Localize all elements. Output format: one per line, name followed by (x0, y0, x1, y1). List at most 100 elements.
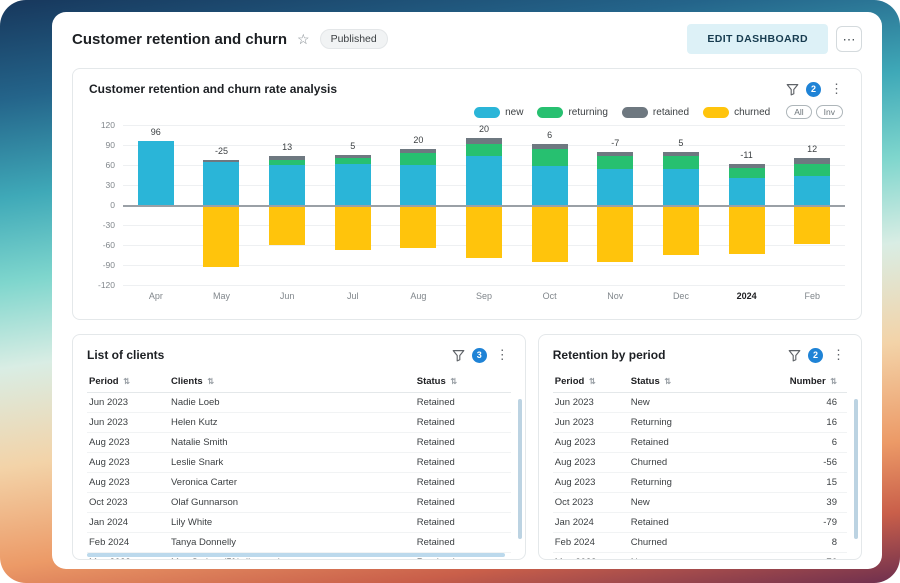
filter-icon[interactable] (786, 83, 799, 96)
table-cell: -56 (777, 453, 847, 473)
segment-churned (400, 205, 436, 248)
kebab-menu-icon[interactable]: ⋮ (828, 81, 845, 97)
legend-item-new[interactable]: new (474, 107, 523, 118)
tables-row: List of clients 3 ⋮ Period ⇅Clients ⇅Sta… (72, 334, 862, 560)
x-tick-label: Nov (582, 291, 648, 301)
table-cell: Helen Kutz (169, 413, 415, 433)
sort-icon: ⇅ (589, 377, 596, 386)
table-cell: Tanya Donnelly (169, 533, 415, 553)
segment-returning (597, 156, 633, 169)
star-icon[interactable]: ☆ (297, 31, 310, 48)
edit-dashboard-button[interactable]: EDIT DASHBOARD (687, 24, 828, 54)
more-options-button[interactable]: ⋯ (836, 26, 862, 52)
legend-swatch (703, 107, 729, 118)
segment-churned (203, 205, 239, 267)
table-cell: Retained (415, 413, 511, 433)
table-row: Aug 2023Returning15 (553, 473, 847, 493)
table-row: Aug 2023Leslie SnarkRetained (87, 453, 511, 473)
column-header-period[interactable]: Period ⇅ (87, 372, 169, 393)
dashboard-panel: Customer retention and churn ☆ Published… (52, 12, 882, 569)
table-row: Aug 2023Retained6 (553, 433, 847, 453)
table-cell: Feb 2024 (553, 533, 629, 553)
x-tick-label: Jun (254, 291, 320, 301)
segment-returning (400, 153, 436, 165)
table-cell: Aug 2023 (87, 433, 169, 453)
table-row: Aug 2023Veronica CarterRetained (87, 473, 511, 493)
filter-count-badge[interactable]: 2 (806, 82, 821, 97)
y-tick-label: -60 (103, 240, 115, 250)
table-cell: Retained (415, 533, 511, 553)
toggle-all-button[interactable]: All (786, 105, 811, 119)
horizontal-scrollbar[interactable] (87, 553, 505, 557)
bar-value-label: -7 (611, 138, 619, 148)
legend-item-returning[interactable]: returning (537, 107, 607, 118)
kebab-menu-icon[interactable]: ⋮ (830, 347, 847, 363)
filter-count-badge[interactable]: 2 (808, 348, 823, 363)
table-cell: 8 (777, 533, 847, 553)
table-cell: Aug 2023 (87, 473, 169, 493)
table-row: Jan 2024Retained-79 (553, 513, 847, 533)
bar-value-label: 6 (547, 130, 552, 140)
table-cell: Veronica Carter (169, 473, 415, 493)
column-header-status[interactable]: Status ⇅ (415, 372, 511, 393)
column-header-status[interactable]: Status ⇅ (629, 372, 777, 393)
table-cell: Returning (629, 473, 777, 493)
x-tick-label: May (189, 291, 255, 301)
y-tick-label: -30 (103, 220, 115, 230)
toggle-inv-button[interactable]: Inv (816, 105, 843, 119)
table-row: Jun 2023New46 (553, 393, 847, 413)
bar-value-label: 20 (479, 124, 489, 134)
segment-new (203, 162, 239, 205)
table-cell: Retained (415, 513, 511, 533)
legend-item-retained[interactable]: retained (622, 107, 689, 118)
table-cell: May 2023 (553, 553, 629, 561)
segment-returning (794, 164, 830, 176)
y-axis: 1209060300-30-60-90-120 (89, 125, 123, 285)
table-cell: Aug 2023 (553, 433, 629, 453)
retention-card: Retention by period 2 ⋮ Period ⇅Status ⇅… (538, 334, 862, 560)
table-cell: Retained (629, 513, 777, 533)
table-row: Aug 2023Natalie SmithRetained (87, 433, 511, 453)
segment-churned (532, 205, 568, 262)
segment-returning (729, 168, 765, 178)
table-cell: New (629, 393, 777, 413)
table-cell: Retained (415, 433, 511, 453)
column-header-number[interactable]: Number ⇅ (777, 372, 847, 393)
chart-card: Customer retention and churn rate analys… (72, 68, 862, 320)
filter-icon[interactable] (452, 349, 465, 362)
legend-swatch (622, 107, 648, 118)
bar-value-label: 13 (282, 142, 292, 152)
table-cell: Leslie Snark (169, 453, 415, 473)
segment-churned (269, 205, 305, 245)
table-cell: Feb 2024 (87, 533, 169, 553)
table-cell: Lily White (169, 513, 415, 533)
table-cell: Jun 2023 (87, 393, 169, 413)
sort-icon: ⇅ (123, 377, 130, 386)
x-tick-label: Dec (648, 291, 714, 301)
table-row: Feb 2024Tanya DonnellyRetained (87, 533, 511, 553)
vertical-scrollbar[interactable] (854, 399, 858, 539)
table-cell: -79 (777, 513, 847, 533)
bar-value-label: 5 (350, 141, 355, 151)
filter-icon[interactable] (788, 349, 801, 362)
table-cell: Retained (629, 433, 777, 453)
column-header-period[interactable]: Period ⇅ (553, 372, 629, 393)
table-cell: Retained (415, 473, 511, 493)
segment-churned (794, 205, 830, 244)
segment-churned (597, 205, 633, 262)
filter-count-badge[interactable]: 3 (472, 348, 487, 363)
vertical-scrollbar[interactable] (518, 399, 522, 539)
clients-title: List of clients (87, 348, 164, 362)
x-tick-label: Jul (320, 291, 386, 301)
table-cell: Returning (629, 413, 777, 433)
x-tick-label: Sep (451, 291, 517, 301)
legend-item-churned[interactable]: churned (703, 107, 770, 118)
chart-legend: new returning retained churned All Inv (89, 105, 843, 119)
sort-icon: ⇅ (450, 377, 457, 386)
column-header-clients[interactable]: Clients ⇅ (169, 372, 415, 393)
table-cell: Olaf Gunnarson (169, 493, 415, 513)
gridline (123, 285, 845, 286)
table-cell: Nadie Loeb (169, 393, 415, 413)
kebab-menu-icon[interactable]: ⋮ (494, 347, 511, 363)
segment-returning (532, 149, 568, 166)
